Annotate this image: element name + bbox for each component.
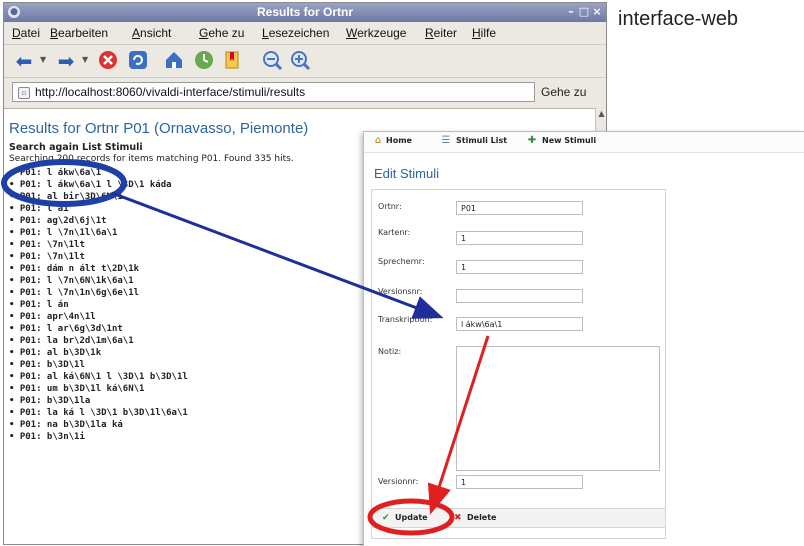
red-connector-arrow [427,335,490,515]
annotation-overlay [1,159,490,536]
result-highlight-ellipse [1,159,127,207]
blue-connector-arrow [111,191,444,319]
update-highlight-ellipse [367,498,455,536]
